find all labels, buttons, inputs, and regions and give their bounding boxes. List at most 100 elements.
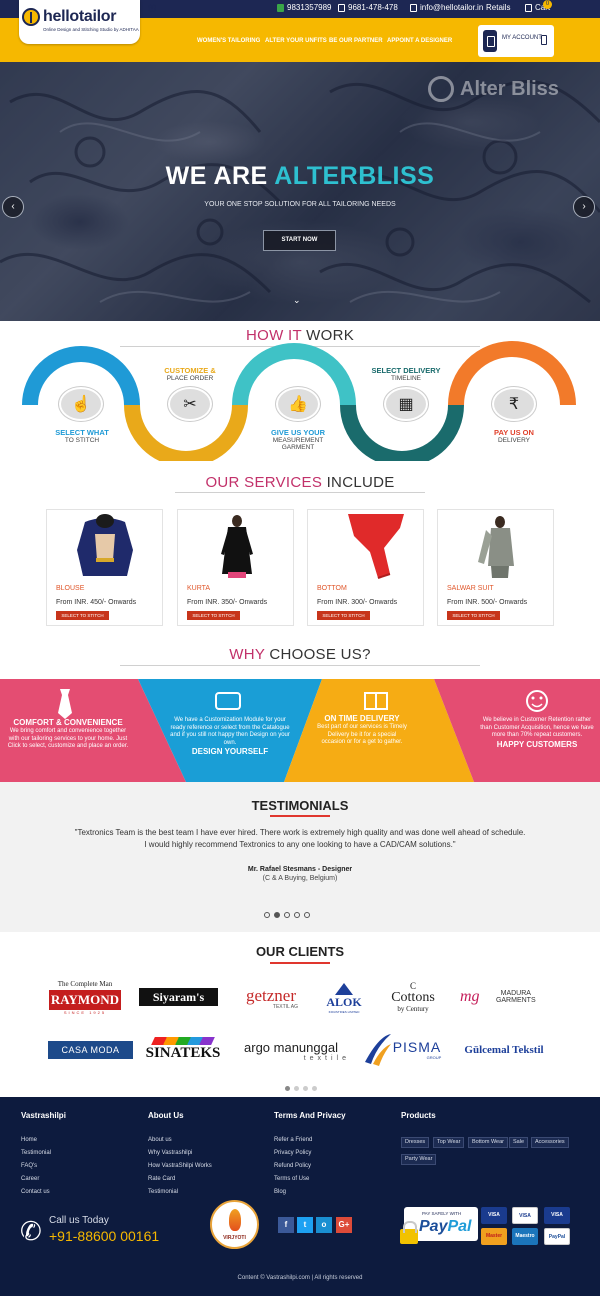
footer-link-testimonial-2[interactable]: Testimonial bbox=[148, 1189, 178, 1195]
service-card-kurta[interactable]: KURTA From INR. 350/- Onwards SELECT TO … bbox=[177, 509, 294, 626]
step3-heading: GIVE US YOUR bbox=[270, 428, 326, 437]
facebook-icon[interactable]: f bbox=[278, 1217, 294, 1233]
clients-dot[interactable] bbox=[303, 1086, 308, 1091]
product-tag-bottom-wear[interactable]: Bottom Wear bbox=[468, 1137, 508, 1148]
footer-link-how-works[interactable]: How VastraShilpi Works bbox=[148, 1163, 212, 1169]
alok-name: ALOK bbox=[326, 994, 362, 1009]
footer-link-refer[interactable]: Refer a Friend bbox=[274, 1137, 312, 1143]
call-us-number[interactable]: +91-88600 00161 bbox=[49, 1228, 159, 1244]
email-link[interactable]: info@hellotailor.in bbox=[410, 3, 483, 12]
footer-link-about-us[interactable]: About us bbox=[148, 1137, 172, 1143]
service-name: BOTTOM bbox=[317, 585, 347, 592]
start-now-button[interactable]: START NOW bbox=[263, 230, 336, 251]
google-plus-icon[interactable]: G+ bbox=[336, 1217, 352, 1233]
footer-link-home[interactable]: Home bbox=[21, 1137, 37, 1143]
retails-link[interactable]: Retails bbox=[486, 3, 510, 12]
phone2-link[interactable]: 9681-478-478 bbox=[338, 3, 398, 12]
instagram-icon[interactable]: o bbox=[316, 1217, 332, 1233]
alok-sub: INDUSTRIES LIMITED bbox=[328, 1009, 360, 1014]
product-tag-dresses[interactable]: Dresses bbox=[401, 1137, 430, 1148]
cottons-name: Cottons bbox=[391, 990, 435, 1005]
footer-link-rate-card[interactable]: Rate Card bbox=[148, 1176, 175, 1182]
salwar-suit-image bbox=[448, 514, 545, 580]
testimonial-author: Mr. Rafael Stesmans - Designer bbox=[247, 866, 353, 873]
scissors-icon: ✂ bbox=[168, 387, 212, 421]
twitter-icon[interactable]: t bbox=[297, 1217, 313, 1233]
phone1-link[interactable]: 9831357989 bbox=[277, 3, 332, 12]
cart-count-badge: 0 bbox=[543, 0, 552, 9]
hand-pointer-icon: ☝ bbox=[59, 387, 103, 421]
footer-link-contact[interactable]: Contact us bbox=[21, 1189, 50, 1195]
phone2-text: 9681-478-478 bbox=[348, 3, 398, 12]
carousel-dot[interactable] bbox=[264, 912, 270, 918]
carousel-dot-active[interactable] bbox=[274, 912, 280, 918]
cottons-sub: by Century bbox=[397, 1005, 429, 1013]
why-panel-design: We have a Customization Module for your … bbox=[170, 717, 290, 757]
madura-name: MADURA GARMENTS bbox=[495, 990, 536, 1004]
padlock-icon bbox=[400, 1221, 418, 1244]
slider-next-button[interactable]: › bbox=[573, 196, 595, 218]
nav-be-our-partner[interactable]: BE OUR PARTNER bbox=[329, 38, 383, 44]
select-to-stitch-button[interactable]: SELECT TO STITCH bbox=[447, 611, 500, 620]
kurta-image bbox=[188, 514, 285, 580]
raymond-name: RAYMOND bbox=[49, 989, 121, 1010]
product-tag-sale[interactable]: Sale bbox=[509, 1137, 529, 1148]
call-us-label: Call us Today bbox=[49, 1215, 109, 1226]
footer-link-terms[interactable]: Terms of Use bbox=[274, 1176, 309, 1182]
why-choose-us-title: WHY CHOOSE US? bbox=[0, 646, 600, 663]
book-icon bbox=[363, 691, 389, 711]
clients-dot[interactable] bbox=[294, 1086, 299, 1091]
why-panel-happy: We believe in Customer Retention rather … bbox=[478, 717, 596, 750]
footer-link-blog[interactable]: Blog bbox=[274, 1189, 286, 1195]
maestro-card-icon: Maestro bbox=[512, 1228, 538, 1245]
footer-link-why[interactable]: Why Vastrashilpi bbox=[148, 1150, 192, 1156]
select-to-stitch-button[interactable]: SELECT TO STITCH bbox=[317, 611, 370, 620]
carousel-dot[interactable] bbox=[284, 912, 290, 918]
service-card-bottom[interactable]: BOTTOM From INR. 300/- Onwards SELECT TO… bbox=[307, 509, 424, 626]
footer-link-career[interactable]: Career bbox=[21, 1176, 39, 1182]
product-tag-accessories[interactable]: Accessories bbox=[531, 1137, 569, 1148]
footer-link-refund[interactable]: Refund Policy bbox=[274, 1163, 311, 1169]
site-header: 9831357989 9681-478-478 info@hellotailor… bbox=[0, 0, 600, 62]
product-tag-top-wear[interactable]: Top Wear bbox=[433, 1137, 465, 1148]
flame-icon bbox=[229, 1209, 241, 1231]
section-divider bbox=[270, 962, 330, 964]
product-tag-party-wear[interactable]: Party Wear bbox=[401, 1154, 437, 1165]
service-price: From INR. 300/- Onwards bbox=[317, 599, 398, 606]
scroll-down-icon[interactable]: ⌄ bbox=[293, 295, 301, 306]
client-logo-raymond: The Complete Man RAYMOND SINCE 1925 bbox=[48, 976, 122, 1018]
nav-alter-your-unfits[interactable]: ALTER YOUR UNFITS bbox=[265, 38, 327, 44]
site-logo[interactable]: hellotailor Online Design and Stitching … bbox=[19, 0, 156, 44]
slider-prev-button[interactable]: ‹ bbox=[2, 196, 24, 218]
tie-icon bbox=[56, 689, 76, 719]
clients-dot[interactable] bbox=[312, 1086, 317, 1091]
footer-link-faqs[interactable]: FAQ's bbox=[21, 1163, 37, 1169]
raymond-since: SINCE 1925 bbox=[63, 1009, 107, 1015]
carousel-dot[interactable] bbox=[294, 912, 300, 918]
footer-link-privacy[interactable]: Privacy Policy bbox=[274, 1150, 311, 1156]
hero-subtitle: YOUR ONE STOP SOLUTION FOR ALL TAILORING… bbox=[204, 201, 396, 208]
footer-link-testimonial[interactable]: Testimonial bbox=[21, 1150, 51, 1156]
why-panel-comfort: COMFORT & CONVENIENCE We bring comfort a… bbox=[4, 718, 132, 751]
select-to-stitch-button[interactable]: SELECT TO STITCH bbox=[56, 611, 109, 620]
service-name: SALWAR SUIT bbox=[447, 585, 494, 592]
my-account-button[interactable]: MY ACCOUNT bbox=[478, 25, 554, 57]
step3-sub: MEASUREMENT GARMENT bbox=[272, 437, 324, 451]
client-logo-argo-manunggal: argo manunggal textile bbox=[232, 1037, 350, 1065]
clients-dot-active[interactable] bbox=[285, 1086, 290, 1091]
why-choose-panels: COMFORT & CONVENIENCE We bring comfort a… bbox=[0, 679, 600, 782]
nav-appoint-a-designer[interactable]: APPOINT A DESIGNER bbox=[387, 38, 452, 44]
nav-womens-tailoring[interactable]: WOMEN'S TAILORING bbox=[197, 38, 260, 44]
step5-heading: PAY US ON bbox=[494, 428, 534, 437]
envelope-icon bbox=[410, 3, 417, 12]
getzner-sub: TEXTIL AG bbox=[272, 1004, 298, 1010]
madura-mg-icon: mg bbox=[460, 988, 480, 1005]
service-card-salwar-suit[interactable]: SALWAR SUIT From INR. 500/- Onwards SELE… bbox=[437, 509, 554, 626]
carousel-dot[interactable] bbox=[304, 912, 310, 918]
section-divider bbox=[270, 815, 330, 817]
services-title-rest: INCLUDE bbox=[326, 474, 395, 491]
select-to-stitch-button[interactable]: SELECT TO STITCH bbox=[187, 611, 240, 620]
email-text: info@hellotailor.in bbox=[420, 3, 484, 12]
why-panel-text: We have a Customization Module for your … bbox=[170, 717, 290, 746]
service-card-blouse[interactable]: BLOUSE From INR. 450/- Onwards SELECT TO… bbox=[46, 509, 163, 626]
